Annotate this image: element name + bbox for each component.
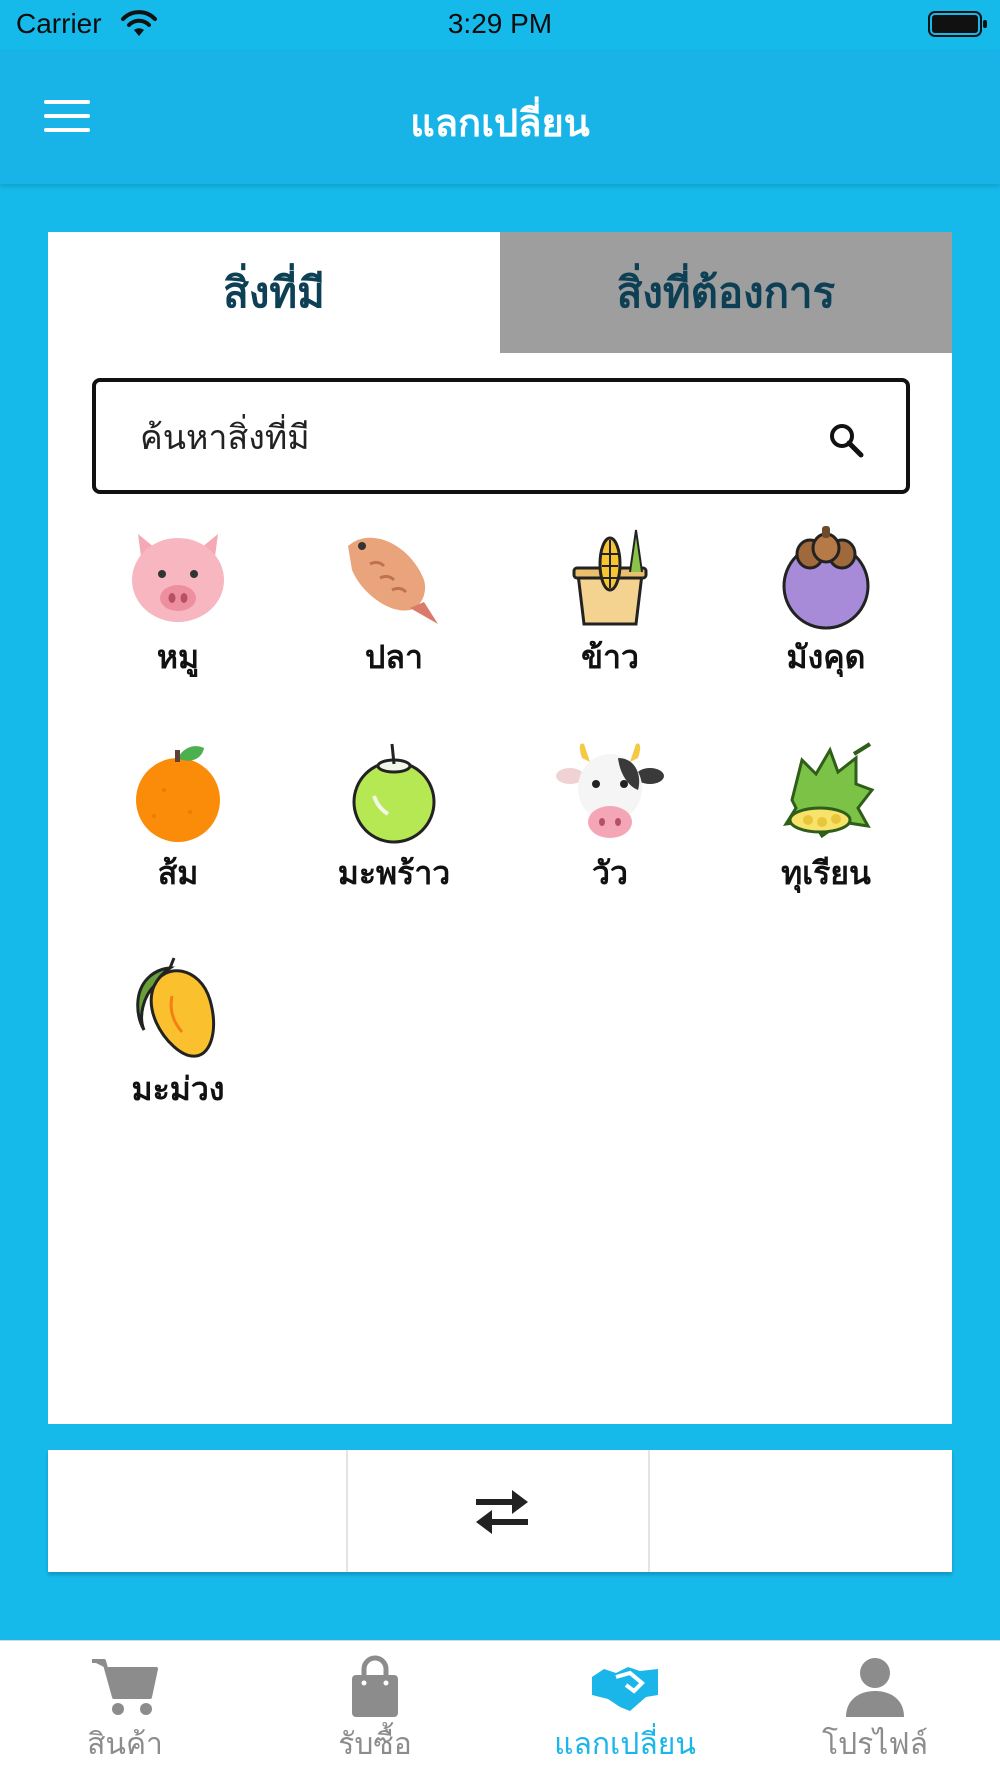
mangosteen-icon: [782, 526, 870, 630]
status-time: 3:29 PM: [447, 8, 553, 39]
tab-buy[interactable]: รับซื้อ: [250, 1641, 500, 1778]
tab-label: สินค้า: [87, 1727, 163, 1762]
item-coconut[interactable]: มะพร้าว: [286, 730, 502, 930]
battery-icon: [928, 11, 987, 37]
item-label: มะพร้าว: [337, 854, 451, 892]
tab-label: แลกเปลี่ยน: [554, 1727, 696, 1762]
tab-exchange[interactable]: แลกเปลี่ยน: [500, 1641, 750, 1778]
cow-icon: [556, 743, 664, 838]
item-label: ข้าว: [581, 638, 639, 676]
cart-icon: [92, 1659, 158, 1715]
tab-products[interactable]: สินค้า: [0, 1641, 250, 1778]
user-icon: [846, 1658, 904, 1717]
item-durian[interactable]: ทุเรียน: [718, 730, 934, 930]
coconut-icon: [352, 743, 436, 844]
mango-icon: [136, 957, 215, 1058]
item-mango[interactable]: มะม่วง: [70, 946, 286, 1146]
tab-profile[interactable]: โปรไฟล์: [750, 1641, 1000, 1778]
search-box: [92, 378, 910, 494]
item-rice[interactable]: ข้าว: [502, 514, 718, 714]
status-bar: Carrier 3:29 PM: [0, 0, 1000, 50]
tab-bar: สินค้า รับซื้อ แลกเปลี่ยน โปรไฟล์: [0, 1640, 1000, 1778]
item-mangosteen[interactable]: มังคุด: [718, 514, 934, 714]
item-pig[interactable]: หมู: [70, 514, 286, 714]
exchange-bar: [48, 1450, 952, 1572]
item-label: วัว: [592, 854, 628, 892]
tab-label: โปรไฟล์: [822, 1727, 928, 1762]
segment-tabs: สิ่งที่มี สิ่งที่ต้องการ: [48, 232, 952, 353]
item-label: ปลา: [365, 638, 423, 676]
want-slot[interactable]: [650, 1450, 952, 1572]
shopping-bag-icon: [352, 1655, 398, 1717]
exchange-button[interactable]: [348, 1450, 650, 1572]
nav-bar: แลกเปลี่ยน: [0, 50, 1000, 184]
handshake-icon: [592, 1667, 658, 1711]
tab-want[interactable]: สิ่งที่ต้องการ: [500, 232, 952, 353]
item-fish[interactable]: ปลา: [286, 514, 502, 714]
exchange-arrows-icon: [476, 1490, 528, 1534]
search-icon[interactable]: [826, 420, 866, 460]
search-input[interactable]: [140, 412, 780, 464]
item-label: ทุเรียน: [781, 854, 871, 892]
rice-icon: [572, 529, 648, 626]
item-cow[interactable]: วัว: [502, 730, 718, 930]
orange-icon: [136, 746, 220, 842]
item-orange[interactable]: ส้ม: [70, 730, 286, 930]
item-label: ส้ม: [157, 854, 199, 892]
item-label: หมู: [156, 638, 200, 676]
item-label: มะม่วง: [131, 1070, 225, 1108]
fish-icon: [348, 537, 438, 624]
have-slot[interactable]: [48, 1450, 348, 1572]
page-title: แลกเปลี่ยน: [410, 101, 590, 145]
pig-icon: [132, 534, 224, 622]
tab-label: รับซื้อ: [338, 1727, 412, 1762]
main-card: สิ่งที่มี สิ่งที่ต้องการ หมู: [48, 232, 952, 1424]
tab-have[interactable]: สิ่งที่มี: [48, 232, 500, 353]
durian-icon: [782, 742, 875, 839]
item-label: มังคุด: [786, 638, 866, 676]
